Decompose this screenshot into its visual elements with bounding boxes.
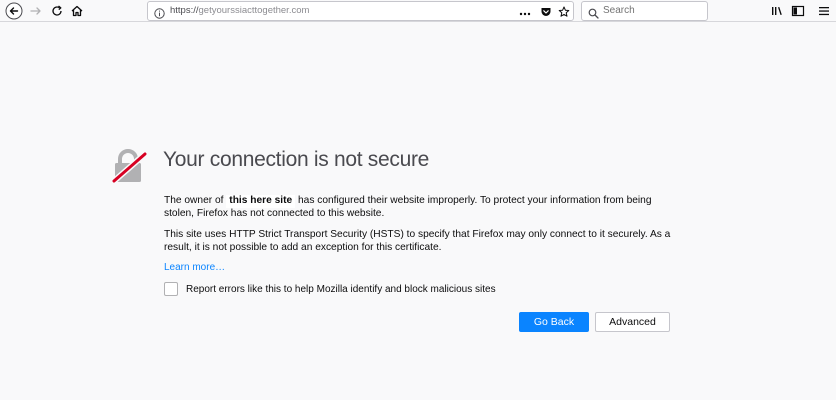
report-errors-checkbox[interactable]	[164, 282, 178, 296]
page-title: Your connection is not secure	[163, 148, 430, 171]
error-description: The owner of this here site has configur…	[164, 195, 674, 220]
page-actions-icon[interactable]	[519, 6, 531, 24]
url-protocol: https://	[170, 5, 199, 16]
description-text: The owner of	[164, 195, 227, 206]
go-back-button[interactable]: Go Back	[519, 312, 589, 332]
report-errors-label[interactable]: Report errors like this to help Mozilla …	[186, 284, 496, 295]
pocket-icon[interactable]	[540, 5, 552, 23]
browser-toolbar: https://getyourssiacttogether.com Search	[0, 0, 836, 22]
url-host: getyourssiacttogether.com	[198, 5, 310, 16]
advanced-button[interactable]: Advanced	[595, 312, 670, 332]
home-icon[interactable]	[68, 2, 86, 20]
search-bar[interactable]: Search	[581, 1, 708, 21]
reload-icon[interactable]	[48, 2, 66, 20]
back-arrow-icon[interactable]	[5, 2, 23, 20]
search-icon	[588, 6, 599, 24]
hsts-description: This site uses HTTP Strict Transport Sec…	[164, 229, 671, 253]
library-icon[interactable]	[768, 2, 786, 20]
hamburger-menu-icon[interactable]	[815, 2, 833, 20]
star-icon[interactable]	[558, 5, 570, 23]
url-bar[interactable]: https://getyourssiacttogether.com	[147, 1, 574, 21]
sidebar-icon[interactable]	[789, 2, 807, 20]
redacted-site-name: this here site	[226, 195, 296, 208]
url-text[interactable]: https://getyourssiacttogether.com	[170, 5, 309, 16]
broken-lock-icon	[110, 148, 150, 185]
info-icon[interactable]	[154, 6, 165, 24]
learn-more-link[interactable]: Learn more…	[164, 262, 225, 273]
forward-arrow-icon[interactable]	[27, 2, 45, 20]
search-placeholder[interactable]: Search	[603, 5, 635, 16]
